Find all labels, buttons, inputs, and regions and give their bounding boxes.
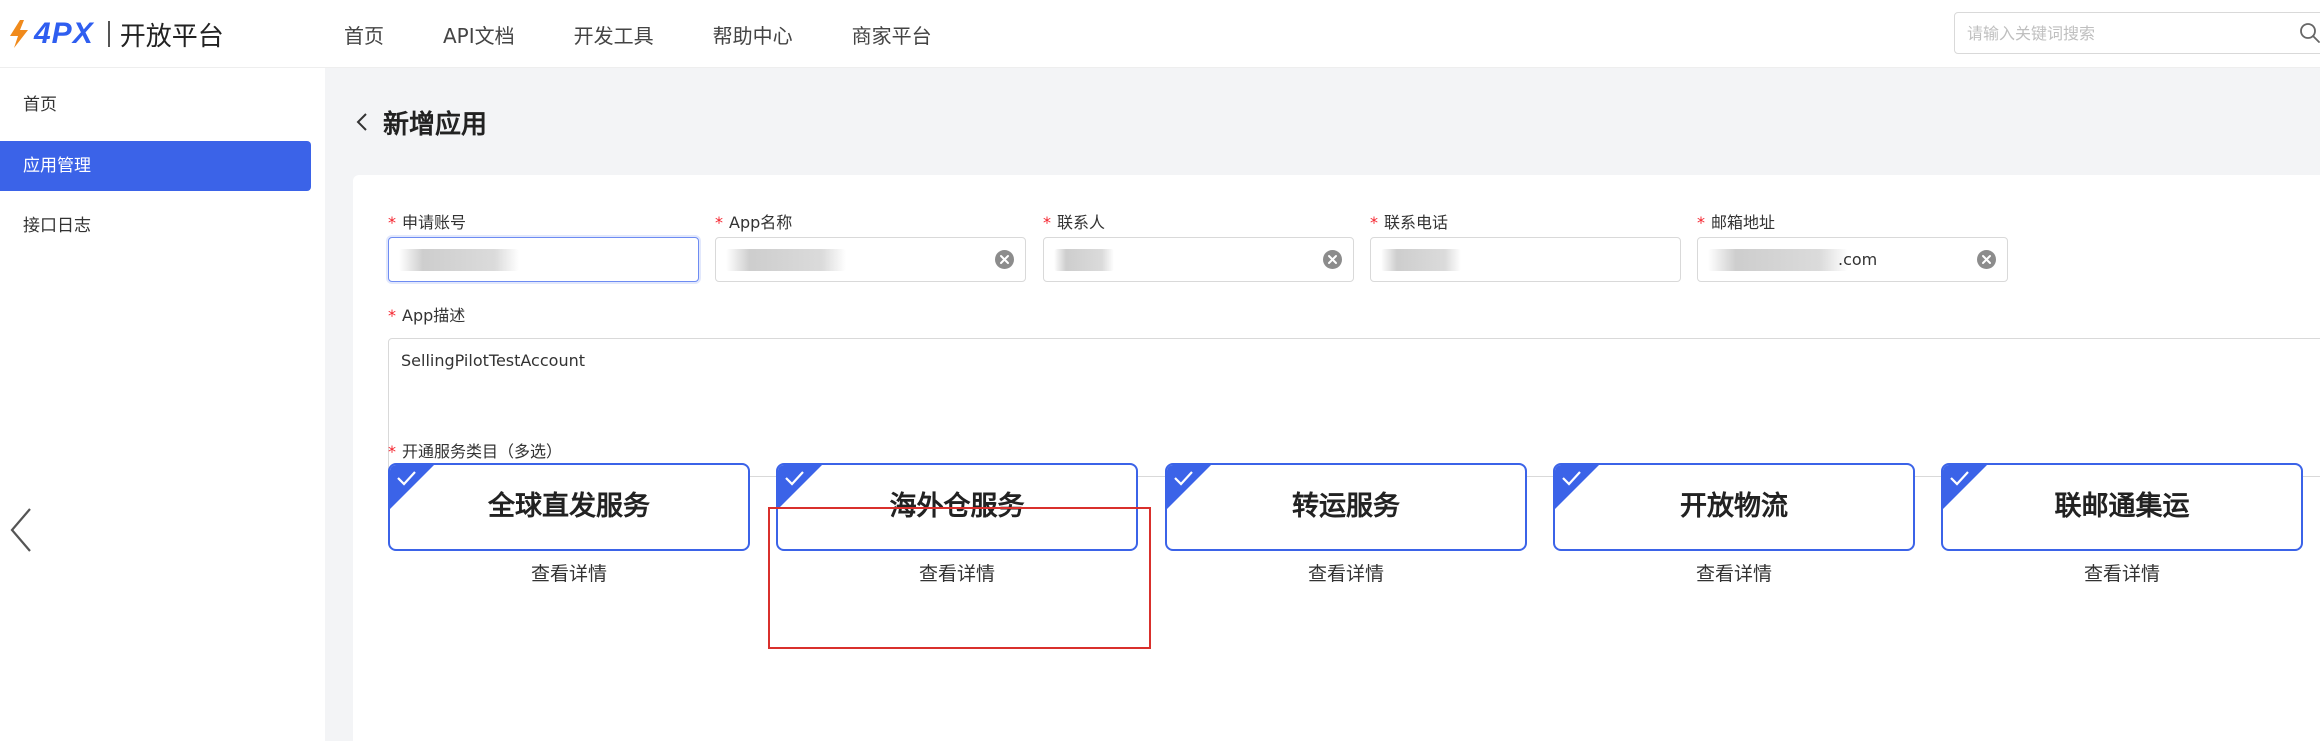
- redacted-value: [399, 249, 519, 271]
- email-label: * 邮箱地址: [1697, 213, 1776, 232]
- email-value-visible: .com: [1838, 250, 1878, 269]
- search-box: [1954, 12, 2320, 54]
- logo-flame-icon: [10, 20, 28, 48]
- main-content: 新增应用 *申请账号 *App名称 *联系人 *联系电话 *邮箱地址: [325, 68, 2320, 755]
- topnav-dev-tools[interactable]: 开发工具: [574, 20, 654, 49]
- service-details-link[interactable]: 查看详情: [1553, 559, 1915, 586]
- sidebar-item-label: 首页: [23, 95, 57, 115]
- service-card-transshipment[interactable]: 转运服务: [1165, 463, 1527, 551]
- clear-icon[interactable]: [1322, 249, 1343, 270]
- redacted-value: [1708, 249, 1848, 271]
- sidebar-item-home[interactable]: 首页: [0, 80, 311, 130]
- brand-title: 开放平台: [119, 21, 224, 52]
- clear-icon[interactable]: [994, 249, 1015, 270]
- top-header: 4PX 开放平台 首页 API文档 开发工具 帮助中心 商家平台: [0, 0, 2320, 68]
- description-value: SellingPilotTestAccount: [401, 351, 585, 370]
- phone-label: * 联系电话: [1370, 213, 1449, 232]
- service-details-link[interactable]: 查看详情: [388, 559, 750, 586]
- service-card-global-direct[interactable]: 全球直发服务: [388, 463, 750, 551]
- account-field[interactable]: [388, 237, 699, 282]
- app-name-label: * App名称: [715, 213, 793, 232]
- description-textarea[interactable]: SellingPilotTestAccount: [388, 338, 2320, 477]
- redacted-value: [1381, 249, 1461, 271]
- brand-logo[interactable]: 4PX 开放平台: [6, 14, 224, 54]
- contact-label: * 联系人: [1043, 213, 1106, 232]
- service-name: 联邮通集运: [2054, 491, 2190, 522]
- logo-wordmark: 4PX: [34, 17, 94, 50]
- sidebar-collapse-chevron-left-icon[interactable]: [6, 505, 38, 555]
- clear-icon[interactable]: [1976, 249, 1997, 270]
- back-chevron-icon[interactable]: [355, 107, 377, 137]
- search-icon[interactable]: [2299, 22, 2320, 44]
- new-app-form-card: * 申请账号 * App名称 * 联系人 * 联系电话 * 邮箱地址 .com …: [353, 175, 2320, 755]
- service-details-link[interactable]: 查看详情: [1941, 559, 2303, 586]
- annotation-highlight-box: [768, 507, 1151, 649]
- app-name-field[interactable]: [715, 237, 1026, 282]
- service-card-consolidated-shipping[interactable]: 联邮通集运: [1941, 463, 2303, 551]
- service-card-open-logistics[interactable]: 开放物流: [1553, 463, 1915, 551]
- email-field[interactable]: .com: [1697, 237, 2008, 282]
- service-name: 转运服务: [1292, 491, 1400, 522]
- service-name: 全球直发服务: [488, 491, 650, 522]
- services-label: * 开通服务类目（多选）: [388, 442, 563, 461]
- redacted-value: [726, 249, 846, 271]
- sidebar: 首页 应用管理 接口日志: [0, 68, 325, 741]
- contact-field[interactable]: [1043, 237, 1354, 282]
- redacted-value: [1054, 249, 1114, 271]
- logo-mark: 4PX: [6, 17, 94, 51]
- topnav-api-docs[interactable]: API文档: [443, 20, 515, 49]
- sidebar-item-api-logs[interactable]: 接口日志: [0, 201, 311, 251]
- sidebar-item-label: 应用管理: [23, 156, 91, 176]
- account-label: * 申请账号: [388, 213, 467, 232]
- search-input[interactable]: [1967, 13, 2287, 53]
- top-nav: 首页 API文档 开发工具 帮助中心 商家平台: [344, 0, 991, 68]
- page-header: 新增应用: [355, 102, 487, 142]
- topnav-home[interactable]: 首页: [344, 20, 384, 49]
- sidebar-item-app-management[interactable]: 应用管理: [0, 141, 311, 191]
- phone-field[interactable]: [1370, 237, 1681, 282]
- sidebar-item-label: 接口日志: [23, 216, 91, 236]
- logo-divider: [107, 21, 110, 47]
- service-name: 开放物流: [1680, 491, 1788, 522]
- page-title: 新增应用: [383, 109, 488, 140]
- topnav-merchant-platform[interactable]: 商家平台: [852, 20, 932, 49]
- topnav-help-center[interactable]: 帮助中心: [713, 20, 793, 49]
- service-details-link[interactable]: 查看详情: [1165, 559, 1527, 586]
- description-label: * App描述: [388, 306, 466, 325]
